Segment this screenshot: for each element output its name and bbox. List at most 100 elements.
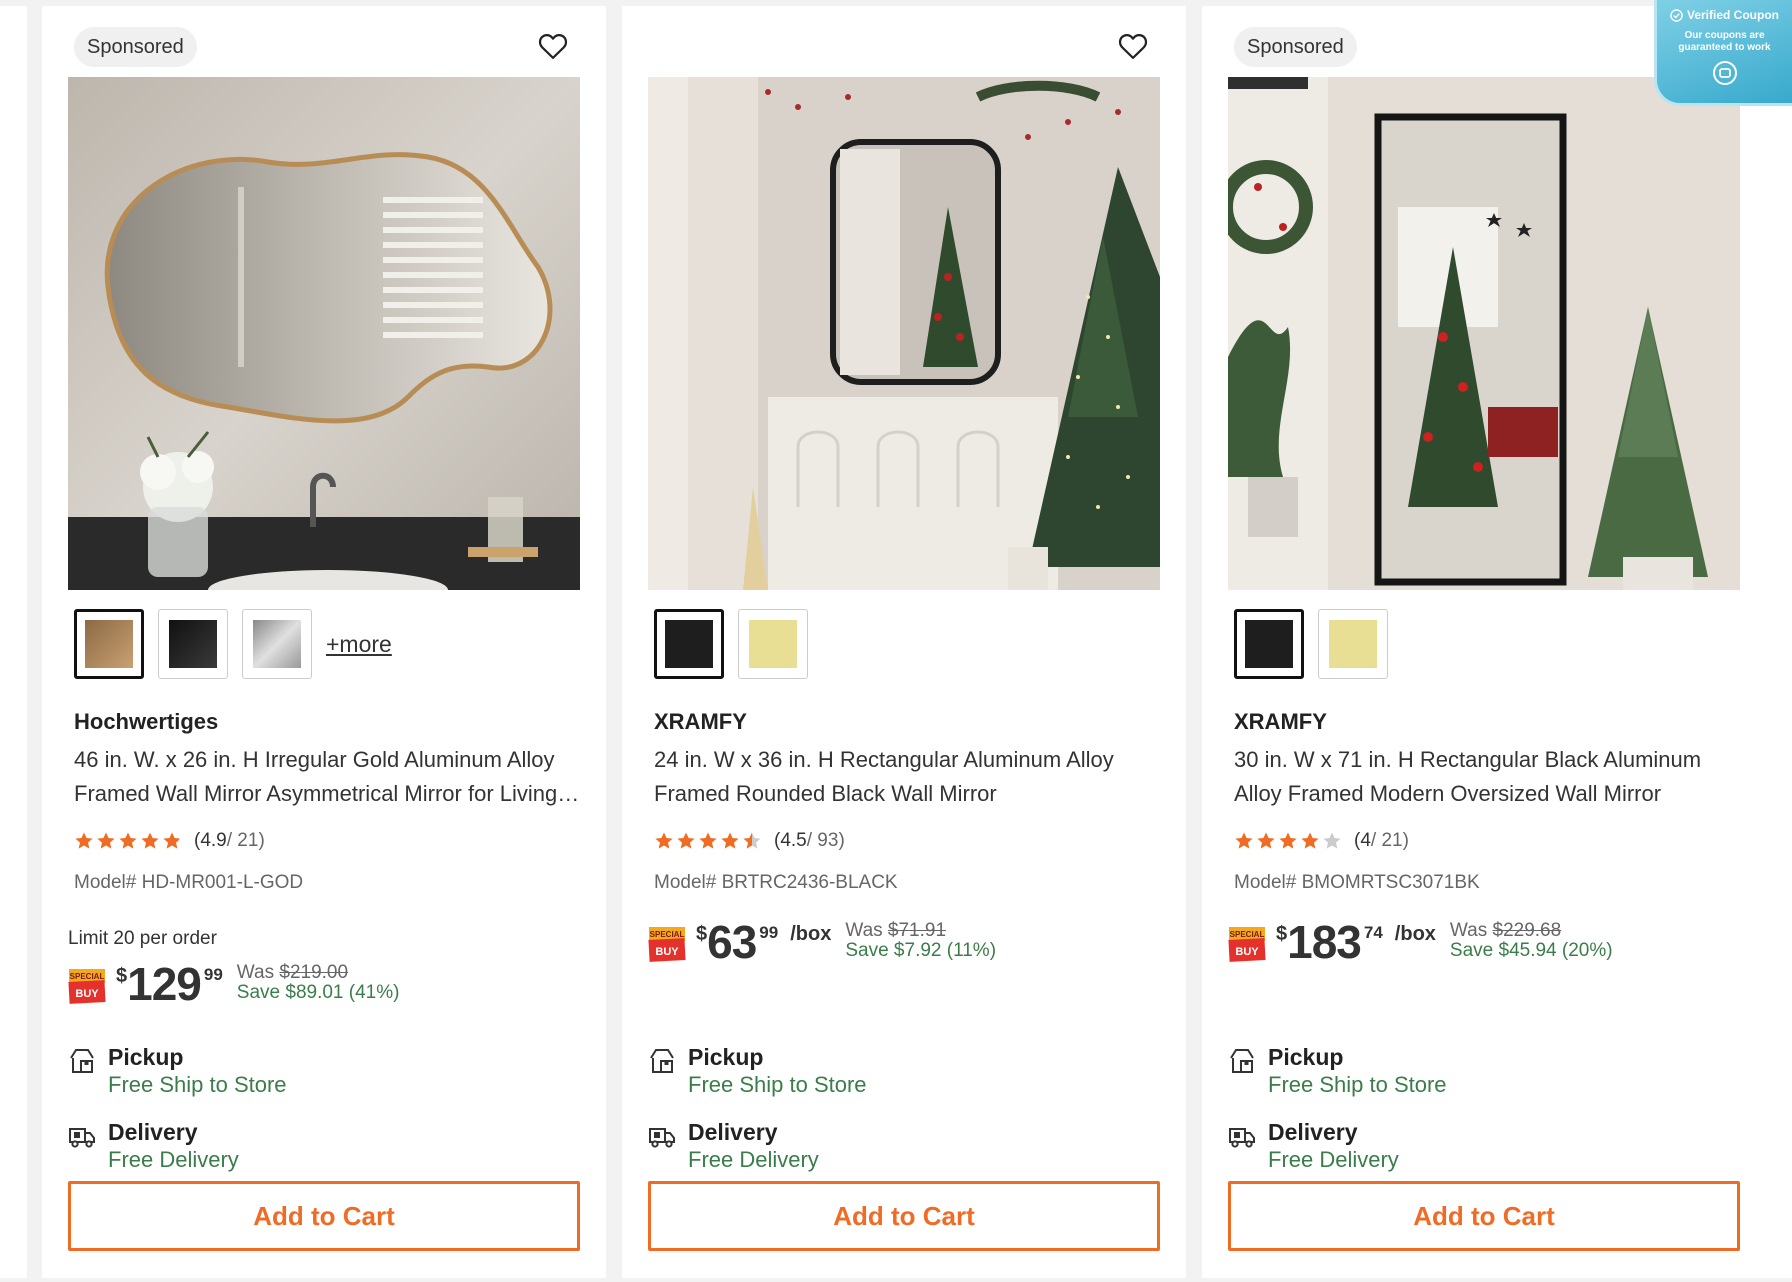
svg-text:BUY: BUY: [75, 988, 99, 1000]
pickup-option[interactable]: Pickup Free Ship to Store: [648, 1043, 867, 1099]
star-icon: [721, 832, 739, 849]
product-brand: Hochwertiges: [74, 709, 219, 734]
rating-value: (4.5: [774, 830, 807, 851]
product-image[interactable]: [1228, 77, 1740, 590]
price-unit: /box: [790, 923, 832, 945]
pickup-option[interactable]: Pickup Free Ship to Store: [1228, 1043, 1447, 1099]
check-circle-icon: [1670, 8, 1683, 22]
product-title[interactable]: 30 in. W x 71 in. H Rectangular Black Al…: [1234, 743, 1744, 811]
svg-text:BUY: BUY: [655, 946, 679, 958]
pickup-title: Pickup: [1268, 1044, 1344, 1070]
rating-value: (4.9: [194, 830, 227, 851]
swatch-gold[interactable]: [1318, 609, 1388, 679]
pickup-subtitle: Free Ship to Store: [688, 1072, 867, 1097]
more-swatches-link[interactable]: +more: [326, 631, 392, 658]
star-icon: [119, 832, 137, 849]
delivery-title: Delivery: [688, 1119, 778, 1145]
star-icon: [677, 832, 695, 849]
swatch-black[interactable]: [158, 609, 228, 679]
star-icon: [75, 832, 93, 849]
delivery-truck-icon: [649, 1128, 675, 1148]
swatch-black[interactable]: [1234, 609, 1304, 679]
color-swatches: +more: [74, 609, 392, 679]
sponsored-badge: Sponsored: [74, 27, 197, 67]
product-title[interactable]: 24 in. W x 36 in. H Rectangular Aluminum…: [654, 743, 1164, 811]
product-card[interactable]: XRAMFY 24 in. W x 36 in. H Rectangular A…: [622, 6, 1186, 1278]
product-card[interactable]: Sponsored XRAMFY 30 in. W x 71 in. H Rec…: [1202, 6, 1792, 1278]
rating-stars: [1234, 831, 1342, 851]
price-currency: $: [116, 965, 128, 987]
svg-text:BUY: BUY: [1235, 946, 1259, 958]
model-number: Model# BRTRC2436-BLACK: [654, 872, 898, 893]
pickup-subtitle: Free Ship to Store: [1268, 1072, 1447, 1097]
star-icon: [743, 832, 761, 849]
price-dollars: 183: [1287, 916, 1362, 968]
price-dollars: 63: [707, 916, 757, 968]
product-card[interactable]: Sponsored +more Hochwertiges 46 in. W. x…: [42, 6, 606, 1278]
add-to-cart-button[interactable]: Add to Cart: [1228, 1181, 1740, 1251]
price-cents: 74: [1363, 923, 1383, 942]
special-buy-icon: SPECIAL BUY: [648, 927, 686, 962]
was-price: Was $71.91: [845, 920, 947, 941]
special-buy-icon: SPECIAL BUY: [1228, 927, 1266, 962]
coupon-circle-icon[interactable]: [1712, 60, 1738, 86]
product-image[interactable]: [68, 77, 580, 590]
swatch-silver[interactable]: [242, 609, 312, 679]
price-cents: 99: [759, 923, 779, 942]
delivery-option[interactable]: Delivery Free Delivery: [68, 1118, 239, 1174]
delivery-subtitle: Free Delivery: [1268, 1147, 1399, 1172]
savings-text: Save $7.92 (11%): [845, 940, 997, 961]
review-count: / 21): [226, 830, 265, 851]
add-to-cart-button[interactable]: Add to Cart: [648, 1181, 1160, 1251]
was-price: Was $229.68: [1449, 920, 1562, 941]
price-currency: $: [696, 923, 708, 945]
savings-text: Save $45.94 (20%): [1449, 940, 1613, 961]
rating-value: (4: [1354, 830, 1371, 851]
star-icon: [141, 832, 159, 849]
star-icon: [97, 832, 115, 849]
delivery-truck-icon: [69, 1128, 95, 1148]
product-rating[interactable]: (4.5 / 93): [654, 830, 845, 852]
delivery-truck-icon: [1229, 1128, 1255, 1148]
pickup-option[interactable]: Pickup Free Ship to Store: [68, 1043, 287, 1099]
product-rating[interactable]: (4 / 21): [1234, 830, 1409, 852]
star-icon: [1301, 832, 1319, 849]
rating-stars: [74, 831, 182, 851]
review-count: / 21): [1370, 830, 1409, 851]
delivery-title: Delivery: [1268, 1119, 1358, 1145]
pickup-subtitle: Free Ship to Store: [108, 1072, 287, 1097]
svg-text:SPECIAL: SPECIAL: [1230, 930, 1265, 939]
delivery-option[interactable]: Delivery Free Delivery: [1228, 1118, 1399, 1174]
star-icon: [655, 832, 673, 849]
price-block: SPECIAL BUY $ 129 99 Was $219.00 Save $89…: [68, 961, 399, 1007]
color-swatches: [654, 609, 808, 679]
store-pickup-icon: [1230, 1049, 1254, 1073]
product-brand: XRAMFY: [1234, 709, 1327, 734]
star-icon: [1279, 832, 1297, 849]
product-image[interactable]: [648, 77, 1160, 590]
swatch-black[interactable]: [654, 609, 724, 679]
swatch-gold[interactable]: [738, 609, 808, 679]
model-number: Model# BMOMRTSC3071BK: [1234, 872, 1480, 893]
store-pickup-icon: [70, 1049, 94, 1073]
sponsored-badge: Sponsored: [1234, 27, 1357, 67]
product-title[interactable]: 46 in. W. x 26 in. H Irregular Gold Alum…: [74, 743, 584, 811]
price-block: SPECIAL BUY $ 63 99 /box Was $71.91 Save …: [648, 919, 996, 965]
store-pickup-icon: [650, 1049, 674, 1073]
delivery-subtitle: Free Delivery: [108, 1147, 239, 1172]
price-unit: /box: [1394, 923, 1436, 945]
price-cents: 99: [203, 965, 223, 984]
heart-icon[interactable]: [1115, 28, 1151, 64]
add-to-cart-button[interactable]: Add to Cart: [68, 1181, 580, 1251]
heart-icon[interactable]: [535, 28, 571, 64]
savings-text: Save $89.01 (41%): [236, 982, 400, 1003]
verified-coupon-badge[interactable]: Verified Coupon Our coupons are guarante…: [1654, 0, 1792, 106]
delivery-title: Delivery: [108, 1119, 198, 1145]
review-count: / 93): [806, 830, 845, 851]
product-rating[interactable]: (4.9 / 21): [74, 830, 265, 852]
pickup-title: Pickup: [108, 1044, 184, 1070]
pickup-title: Pickup: [688, 1044, 764, 1070]
delivery-option[interactable]: Delivery Free Delivery: [648, 1118, 819, 1174]
star-icon: [1323, 832, 1341, 849]
swatch-gold[interactable]: [74, 609, 144, 679]
